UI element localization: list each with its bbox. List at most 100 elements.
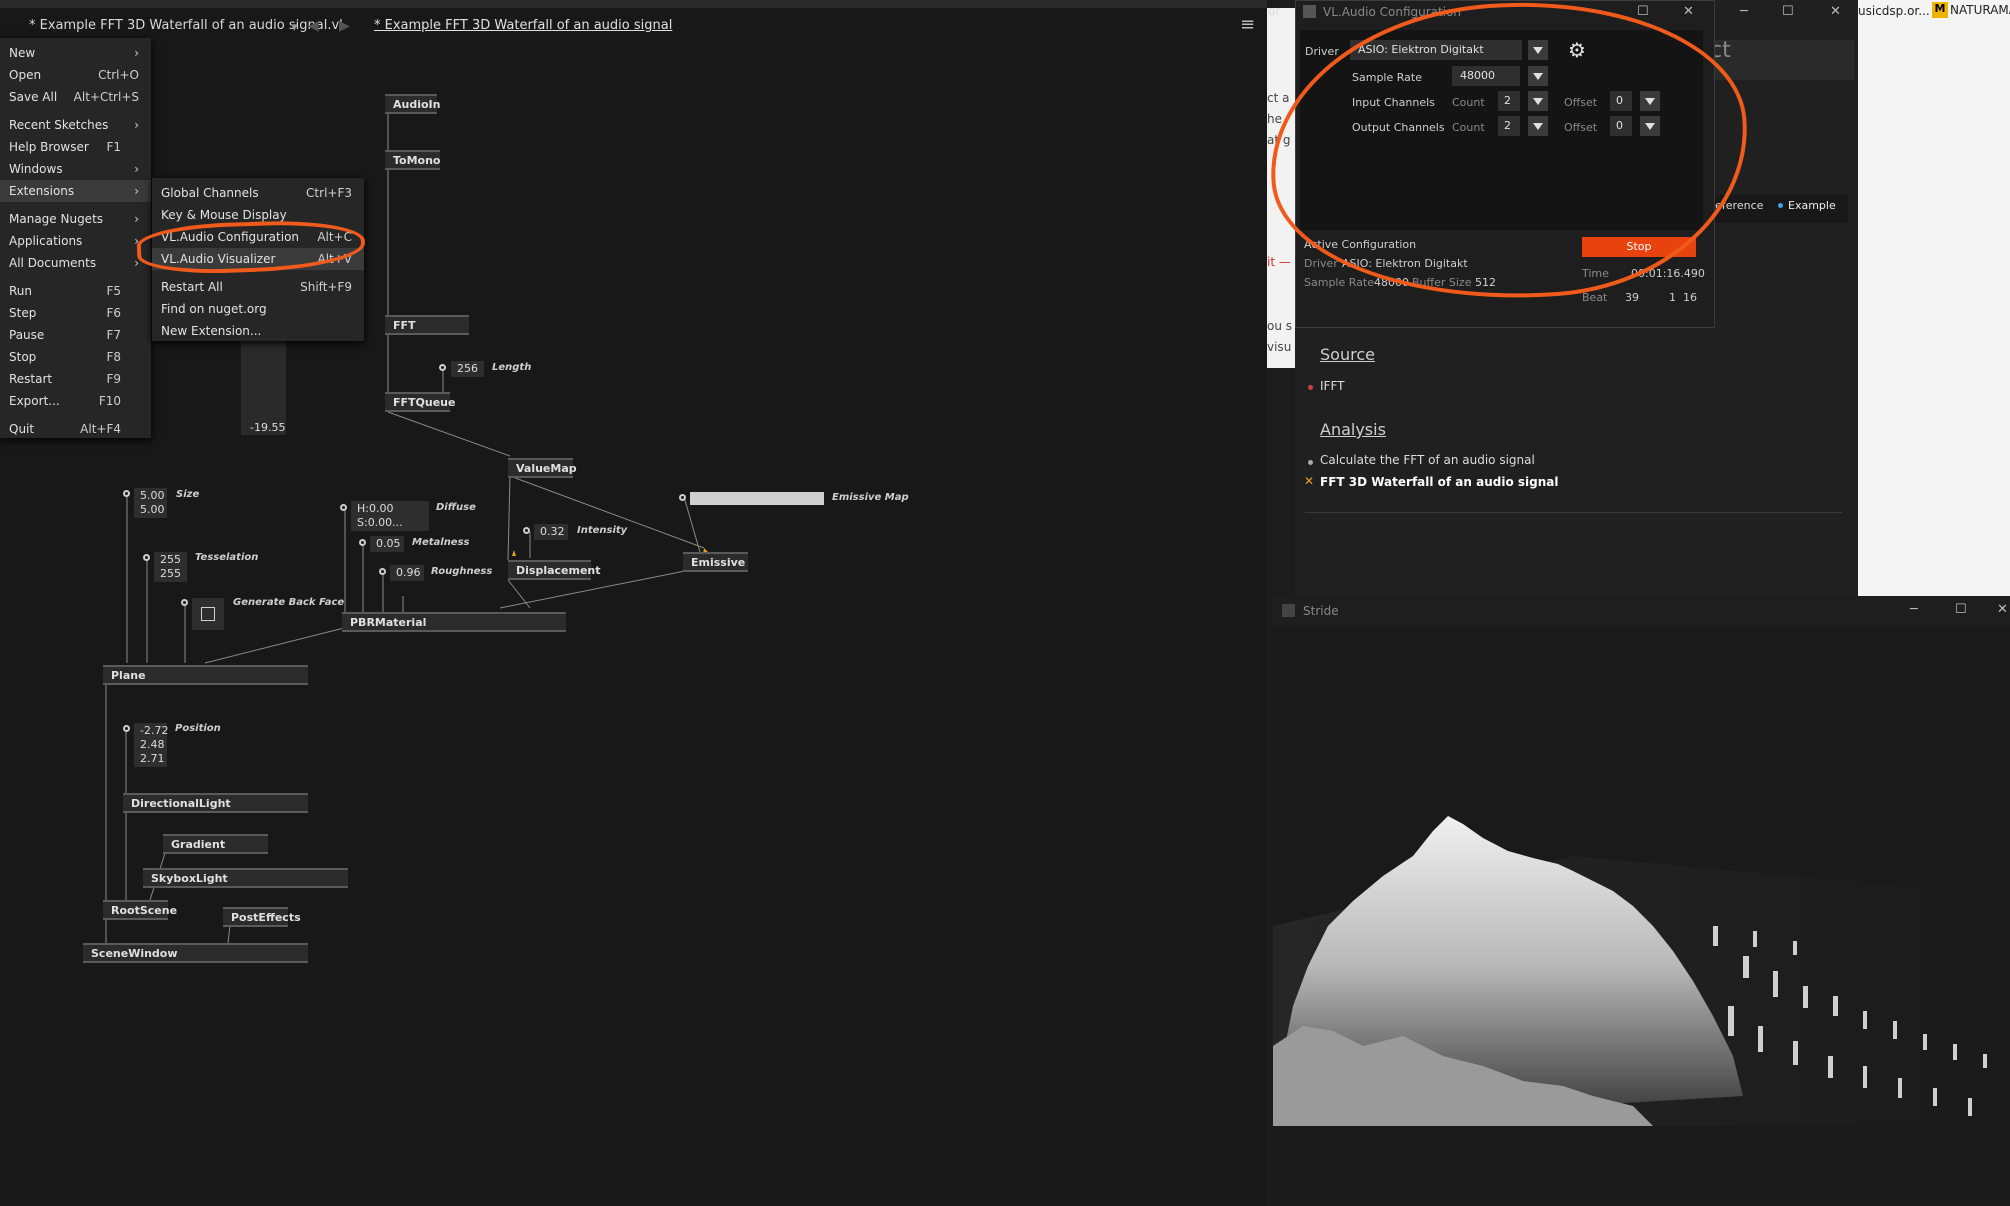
browser-tab-fragment[interactable]: usicdsp.or... [1858,4,1930,18]
background-text-fragment-red: it — [1267,255,1291,269]
menu-item-quit[interactable]: Quit Alt+F4 [0,418,151,440]
analysis-item-waterfall[interactable]: FFT 3D Waterfall of an audio signal [1320,475,1559,489]
length-iobox[interactable]: 256 [451,361,484,377]
menu-item-pause[interactable]: Pause F7 [0,324,151,346]
menu-item-open[interactable]: Open Ctrl+O [0,64,151,86]
menu-shortcut: F9 [106,372,121,386]
menu-item-windows[interactable]: Windows › [0,158,151,180]
maximize-icon[interactable]: ☐ [1955,602,1967,617]
close-icon[interactable]: ✕ [1997,602,2008,617]
backface-label: Generate Back Face [233,597,345,608]
driver-label: Driver [1305,45,1339,58]
menu-item-run[interactable]: Run F5 [0,280,151,302]
minimize-icon[interactable]: ─ [1910,602,1918,617]
pin-position[interactable] [123,725,130,732]
source-item-ifft[interactable]: IFFT [1320,379,1344,393]
backface-toggle[interactable] [192,598,224,630]
node-pbrmaterial[interactable]: PBRMaterial [342,612,566,632]
waterfall-3d-render [1273,626,2010,1206]
node-fftqueue[interactable]: FFTQueue [385,392,455,412]
background-window-title-fragment: or [1268,4,1281,18]
naturama-tab[interactable]: NATURAMA [1950,3,2010,17]
menu-shortcut: F7 [106,328,121,342]
node-plane[interactable]: Plane [103,665,308,685]
beat-label: Beat [1582,291,1608,304]
analysis-heading[interactable]: Analysis [1320,420,1386,439]
pin-size[interactable] [123,490,130,497]
menu-label: Find on nuget.org [161,302,267,316]
maximize-icon[interactable]: ☐ [1637,4,1649,19]
minimize-icon[interactable]: ─ [1740,4,1748,19]
beat-value-1: 39 [1625,291,1639,304]
node-tomono[interactable]: ToMono [385,150,441,170]
pin-metalness[interactable] [359,539,366,546]
menu-item-save-all[interactable]: Save All Alt+Ctrl+S [0,86,151,108]
node-scenewindow[interactable]: SceneWindow [83,943,308,963]
app-icon [1303,5,1316,18]
diffuse-iobox[interactable]: H:0.00 S:0.00... [351,501,429,531]
menu-label: Extensions [9,184,75,198]
menu-item-recent-sketches[interactable]: Recent Sketches › [0,114,151,136]
close-icon[interactable]: ✕ [1830,4,1841,19]
metalness-iobox[interactable]: 0.05 [370,536,404,552]
size-label: Size [176,489,200,500]
menu-label: Applications [9,234,83,248]
node-displacement[interactable]: Displacement [508,560,601,580]
intensity-iobox[interactable]: 0.32 [534,524,568,540]
close-icon[interactable]: ✕ [1683,4,1694,19]
pin-intensity[interactable] [523,527,530,534]
menu-item-export[interactable]: Export... F10 [0,390,151,412]
pin-diffuse[interactable] [340,504,347,511]
intensity-label: Intensity [577,525,628,536]
node-directionallight[interactable]: DirectionalLight [123,793,308,813]
roughness-label: Roughness [431,566,493,577]
menu-item-restart-all[interactable]: Restart All Shift+F9 [152,276,364,298]
menu-item-global-channels[interactable]: Global Channels Ctrl+F3 [152,182,364,204]
pin-tesselation[interactable] [143,554,150,561]
source-heading[interactable]: Source [1320,345,1375,364]
tab-example[interactable]: Example [1788,199,1836,212]
maximize-icon[interactable]: ☐ [1782,4,1794,19]
menu-item-manage-nugets[interactable]: Manage Nugets › [0,208,151,230]
menu-item-extensions[interactable]: Extensions › [0,180,151,202]
chevron-right-icon: › [134,212,139,226]
fragment-line: ou s [1267,319,1293,333]
menu-item-find-on-nuget[interactable]: Find on nuget.org [152,298,364,320]
node-rootscene[interactable]: RootScene [103,900,177,920]
pin-length[interactable] [439,364,446,371]
menu-item-all-documents[interactable]: All Documents › [0,252,151,274]
menu-label: Key & Mouse Display [161,208,287,222]
readout-value: -19.55 [250,421,286,434]
pin-emissive-map[interactable] [679,494,686,501]
menu-item-new-extension[interactable]: New Extension... [152,320,364,342]
pin-backface[interactable] [181,599,188,606]
tess-iobox-2[interactable]: 255 [154,566,187,582]
stride-window-title: Stride [1303,604,1339,618]
emissive-map-iobox[interactable] [690,492,824,505]
menu-shortcut: F6 [106,306,121,320]
browser-window [1858,0,2010,596]
menu-item-applications[interactable]: Applications › [0,230,151,252]
node-audioin[interactable]: AudioIn [385,94,440,114]
menu-item-help-browser[interactable]: Help Browser F1 [0,136,151,158]
menu-label: Open [9,68,42,82]
node-emissive[interactable]: Emissive [683,552,748,572]
pin-roughness[interactable] [379,568,386,575]
node-gradient[interactable]: Gradient [163,834,268,854]
bullet-dot-icon [1308,460,1313,465]
menu-item-step[interactable]: Step F6 [0,302,151,324]
menu-shortcut: F5 [106,284,121,298]
background-text-fragment-2: ou s visu [1267,316,1292,358]
roughness-iobox[interactable]: 0.96 [390,565,424,581]
bullet-dot-icon [1308,385,1313,390]
node-posteffects[interactable]: PostEffects [223,907,301,927]
size-iobox-2[interactable]: 5.00 [134,502,167,518]
analysis-item-fft[interactable]: Calculate the FFT of an audio signal [1320,453,1535,467]
node-fft[interactable]: FFT [385,315,469,335]
menu-item-new[interactable]: New › [0,42,151,64]
position-iobox-3[interactable]: 2.71 [134,751,167,767]
node-skyboxlight[interactable]: SkyboxLight [143,868,348,888]
node-valuemap[interactable]: ValueMap [508,458,577,478]
menu-item-restart[interactable]: Restart F9 [0,368,151,390]
menu-item-stop[interactable]: Stop F8 [0,346,151,368]
